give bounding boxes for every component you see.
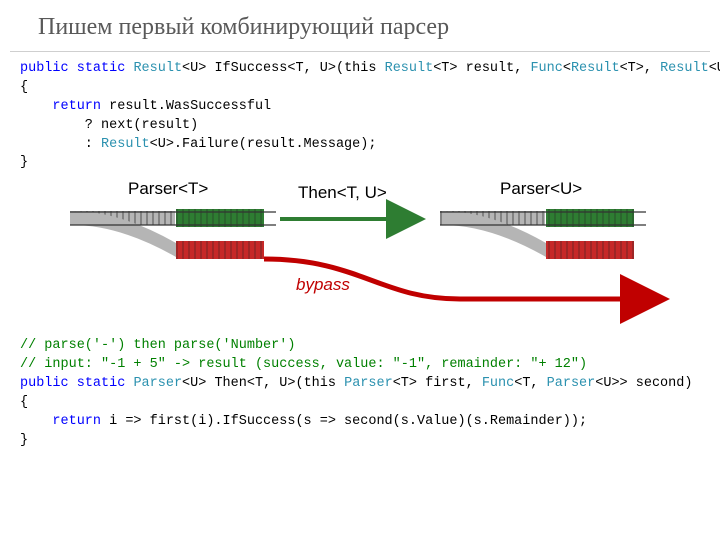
p-a: (this <box>295 376 344 391</box>
func-gen-c: <U>> next) <box>709 61 720 76</box>
brace-close-2: } <box>20 433 28 448</box>
kw-public: public <box>20 61 69 76</box>
ternary-q: ? next(result) <box>20 118 198 133</box>
type-func: Func <box>530 61 562 76</box>
comment-1: // parse('-') then parse('Number') <box>20 338 295 353</box>
gen-tu: <T, U> <box>247 376 296 391</box>
kw-static-2: static <box>77 376 126 391</box>
gen-t: <T> <box>433 61 457 76</box>
type-result-3: Result <box>571 61 620 76</box>
gen-u: <U> <box>182 376 206 391</box>
track-switch-right <box>440 209 646 259</box>
code-block-ifsuccess: public static Result<U> IfSuccess<T, U>(… <box>0 52 720 173</box>
kw-public-2: public <box>20 376 69 391</box>
code-block-then: // parse('-') then parse('Number') // in… <box>0 329 720 450</box>
track-switch-left <box>70 209 276 259</box>
comment-2: // input: "-1 + 5" -> result (success, v… <box>20 357 587 372</box>
method-then: Then <box>206 376 247 391</box>
p-b: <T> first, <box>393 376 482 391</box>
params-a: (this <box>336 61 385 76</box>
type-parser-3: Parser <box>547 376 596 391</box>
type-result-4: Result <box>660 61 709 76</box>
func-gen-a: < <box>563 61 571 76</box>
kw-return: return <box>52 99 101 114</box>
ret-rest: result.WasSuccessful <box>101 99 271 114</box>
type-func-2: Func <box>482 376 514 391</box>
p-c: <T, <box>514 376 546 391</box>
type-parser-2: Parser <box>344 376 393 391</box>
ret-rest-2: i => first(i).IfSuccess(s => second(s.Va… <box>101 414 587 429</box>
func-gen-b: <T>, <box>620 61 661 76</box>
ternary-c-a: : <box>20 137 101 152</box>
params-b: result, <box>458 61 531 76</box>
slide-title: Пишем первый комбинирующий парсер <box>0 0 720 51</box>
brace-close: } <box>20 155 28 170</box>
brace-open: { <box>20 80 28 95</box>
method-name: IfSuccess <box>214 61 287 76</box>
bypass-arrow <box>264 259 660 299</box>
type-result: Result <box>133 61 182 76</box>
ternary-c-b: <U>.Failure(result.Message); <box>150 137 377 152</box>
railway-svg <box>0 179 720 329</box>
railway-diagram: Parser<T> Then<T, U> Parser<U> bypass <box>0 179 720 329</box>
type-result-c: Result <box>101 137 150 152</box>
generic-args: <T, U> <box>287 61 336 76</box>
type-parser: Parser <box>133 376 182 391</box>
p-d: <U>> second) <box>595 376 692 391</box>
type-result-2: Result <box>385 61 434 76</box>
brace-open-2: { <box>20 395 28 410</box>
kw-return-2: return <box>52 414 101 429</box>
kw-static: static <box>77 61 126 76</box>
